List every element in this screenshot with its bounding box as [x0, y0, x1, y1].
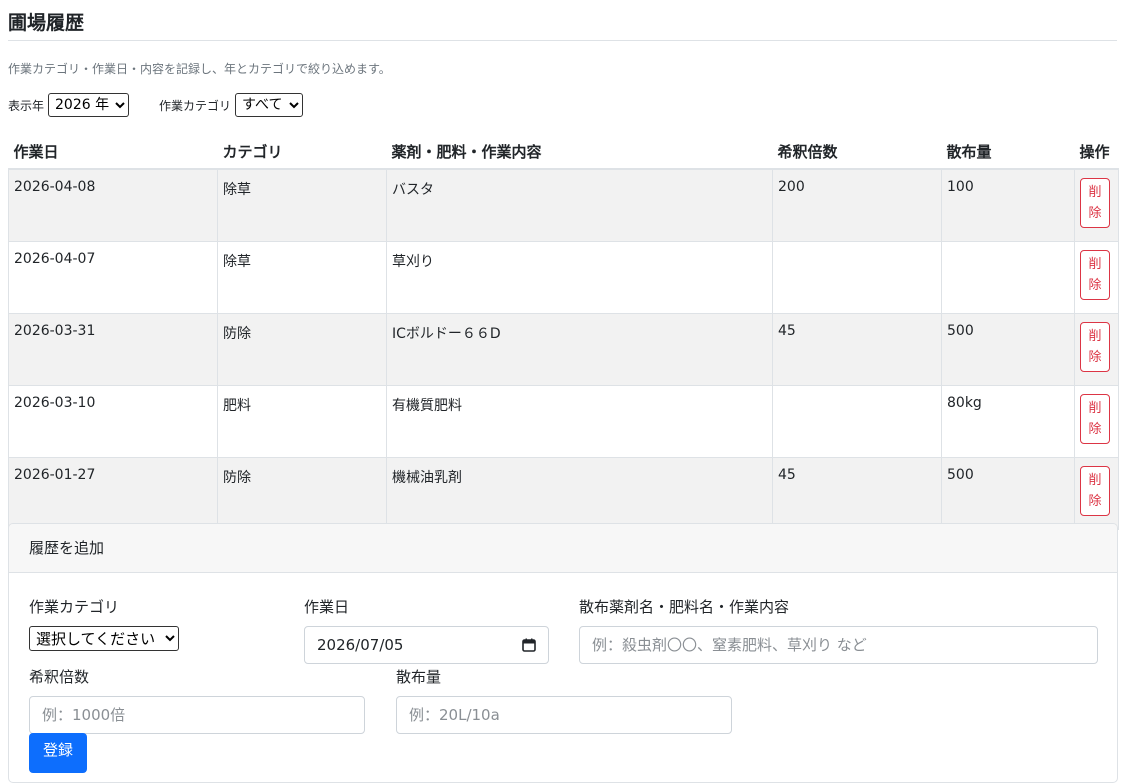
- cell-category: 除草: [217, 241, 387, 314]
- cell-content: 有機質肥料: [386, 385, 773, 458]
- table-row: 2026-01-27 防除 機械油乳剤 45 500 削除: [8, 457, 1119, 530]
- delete-label-bottom: 除: [1088, 278, 1102, 293]
- delete-label-bottom: 除: [1088, 494, 1102, 509]
- delete-button[interactable]: 削除: [1080, 178, 1110, 228]
- delete-label-top: 削: [1088, 473, 1102, 488]
- delete-button[interactable]: 削除: [1080, 322, 1110, 372]
- year-filter-label: 表示年: [8, 98, 45, 113]
- delete-label-bottom: 除: [1088, 206, 1102, 221]
- header-dilution: 希釈倍数: [772, 134, 942, 170]
- filter-bar: 表示年 2026 年 作業カテゴリ すべて: [8, 93, 304, 117]
- cell-dilution: 45: [772, 457, 942, 530]
- table-header-row: 作業日 カテゴリ 薬剤・肥料・作業内容 希釈倍数 散布量 操作: [8, 134, 1119, 170]
- table-row: 2026-03-31 防除 ICボルドー６６D 45 500 削除: [8, 313, 1119, 386]
- cell-dilution: 200: [772, 168, 942, 242]
- category-filter-label: 作業カテゴリ: [159, 98, 232, 113]
- form-date-label: 作業日: [304, 598, 350, 616]
- form-dilution-label: 希釈倍数: [29, 668, 90, 686]
- add-history-header: 履歴を追加: [9, 524, 1117, 573]
- form-category-label: 作業カテゴリ: [29, 598, 120, 616]
- page: 圃場履歴 作業カテゴリ・作業日・内容を記録し、年とカテゴリで絞り込めます。 表示…: [0, 0, 1132, 783]
- table-row: 2026-03-10 肥料 有機質肥料 80kg 削除: [8, 385, 1119, 458]
- delete-button[interactable]: 削除: [1080, 250, 1110, 300]
- cell-date: 2026-03-31: [8, 313, 218, 386]
- delete-button[interactable]: 削除: [1080, 466, 1110, 516]
- year-filter-select[interactable]: 2026 年: [48, 93, 130, 117]
- page-title: 圃場履歴: [8, 12, 85, 34]
- cell-content: 機械油乳剤: [386, 457, 773, 530]
- cell-amount: 100: [941, 168, 1075, 242]
- cell-category: 防除: [217, 457, 387, 530]
- cell-amount: 500: [941, 457, 1075, 530]
- header-amount: 散布量: [941, 134, 1075, 170]
- category-filter-select[interactable]: すべて: [235, 93, 304, 117]
- form-content-input[interactable]: 例：殺虫剤〇〇、窒素肥料、草刈り など: [579, 626, 1098, 664]
- cell-content: 草刈り: [386, 241, 773, 314]
- header-actions: 操作: [1074, 134, 1119, 170]
- cell-dilution: 45: [772, 313, 942, 386]
- calendar-icon[interactable]: [522, 638, 536, 652]
- cell-category: 除草: [217, 168, 387, 242]
- table-row: 2026-04-08 除草 バスタ 200 100 削除: [8, 168, 1119, 242]
- form-category-select[interactable]: 選択してください: [29, 626, 179, 651]
- header-date: 作業日: [8, 134, 218, 170]
- cell-amount: [941, 241, 1075, 314]
- add-history-card: 履歴を追加 作業カテゴリ 選択してください 作業日 2026/07/05 散布薬…: [8, 523, 1118, 783]
- cell-actions: 削除: [1074, 313, 1119, 386]
- page-description: 作業カテゴリ・作業日・内容を記録し、年とカテゴリで絞り込めます。: [8, 62, 391, 76]
- cell-content: バスタ: [386, 168, 773, 242]
- submit-button[interactable]: 登録: [29, 733, 87, 773]
- form-amount-label: 散布量: [396, 668, 442, 686]
- title-divider: [8, 40, 1117, 41]
- cell-actions: 削除: [1074, 385, 1119, 458]
- header-category: カテゴリ: [217, 134, 387, 170]
- cell-content: ICボルドー６６D: [386, 313, 773, 386]
- cell-actions: 削除: [1074, 457, 1119, 530]
- form-date-value: 2026/07/05: [317, 636, 404, 654]
- cell-amount: 80kg: [941, 385, 1075, 458]
- form-date-input[interactable]: 2026/07/05: [304, 626, 549, 664]
- cell-category: 肥料: [217, 385, 387, 458]
- table-row: 2026-04-07 除草 草刈り 削除: [8, 241, 1119, 314]
- cell-date: 2026-04-08: [8, 168, 218, 242]
- cell-date: 2026-01-27: [8, 457, 218, 530]
- cell-date: 2026-03-10: [8, 385, 218, 458]
- delete-button[interactable]: 削除: [1080, 394, 1110, 444]
- delete-label-bottom: 除: [1088, 350, 1102, 365]
- header-content: 薬剤・肥料・作業内容: [386, 134, 773, 170]
- cell-dilution: [772, 385, 942, 458]
- delete-label-top: 削: [1088, 401, 1102, 416]
- cell-actions: 削除: [1074, 168, 1119, 242]
- delete-label-top: 削: [1088, 329, 1102, 344]
- delete-label-bottom: 除: [1088, 422, 1102, 437]
- form-dilution-input[interactable]: 例：1000倍: [29, 696, 365, 734]
- delete-label-top: 削: [1088, 257, 1102, 272]
- cell-dilution: [772, 241, 942, 314]
- form-content-label: 散布薬剤名・肥料名・作業内容: [579, 598, 790, 616]
- cell-actions: 削除: [1074, 241, 1119, 314]
- cell-amount: 500: [941, 313, 1075, 386]
- form-amount-input[interactable]: 例：20L/10a: [396, 696, 732, 734]
- cell-category: 防除: [217, 313, 387, 386]
- history-table: 作業日 カテゴリ 薬剤・肥料・作業内容 希釈倍数 散布量 操作 2026-04-…: [8, 134, 1119, 530]
- cell-date: 2026-04-07: [8, 241, 218, 314]
- delete-label-top: 削: [1088, 185, 1102, 200]
